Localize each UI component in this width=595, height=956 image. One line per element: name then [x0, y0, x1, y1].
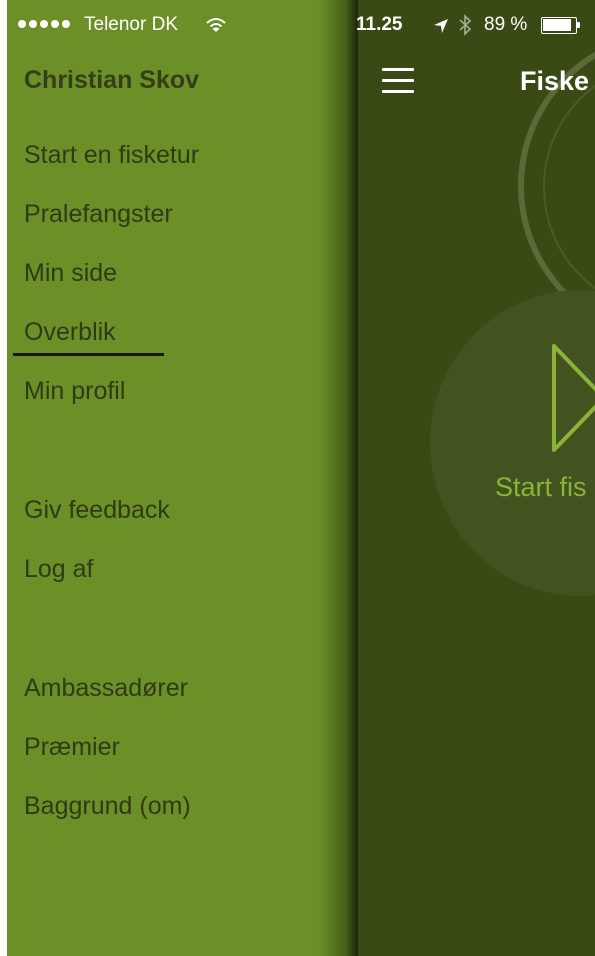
side-drawer: Christian Skov Start en fisketur Pralefa…: [0, 0, 358, 956]
hamburger-menu-icon[interactable]: [382, 66, 414, 94]
menu-item-brag-catches[interactable]: Pralefangster: [24, 200, 173, 229]
menu-item-overview[interactable]: Overblik: [24, 318, 116, 347]
user-name: Christian Skov: [24, 66, 200, 94]
menu-item-ambassadors[interactable]: Ambassadører: [24, 674, 188, 703]
location-arrow-icon: [434, 19, 448, 33]
signal-dots-icon: [18, 20, 70, 28]
carrier-name: Telenor DK: [84, 14, 178, 35]
screen-edge: [0, 0, 7, 956]
menu-item-background-about[interactable]: Baggrund (om): [24, 792, 191, 821]
active-item-underline: [13, 353, 164, 356]
battery-icon: [541, 17, 581, 34]
menu-item-start-fishing-trip[interactable]: Start en fisketur: [24, 141, 199, 170]
menu-item-my-page[interactable]: Min side: [24, 259, 117, 288]
play-icon[interactable]: [546, 340, 595, 460]
wifi-icon: [206, 18, 226, 32]
menu-item-prizes[interactable]: Præmier: [24, 733, 120, 762]
start-trip-label[interactable]: Start fis: [495, 472, 587, 503]
status-time: 11.25: [356, 14, 403, 35]
menu-item-my-profile[interactable]: Min profil: [24, 377, 125, 406]
menu-item-give-feedback[interactable]: Giv feedback: [24, 496, 170, 525]
main-screen: Start fis Fiske: [358, 0, 595, 956]
menu-item-log-out[interactable]: Log af: [24, 555, 94, 584]
bluetooth-icon: [459, 14, 472, 36]
drawer-shadow: [318, 0, 358, 956]
battery-percentage: 89 %: [484, 14, 528, 35]
screen-title: Fiske: [520, 66, 590, 96]
